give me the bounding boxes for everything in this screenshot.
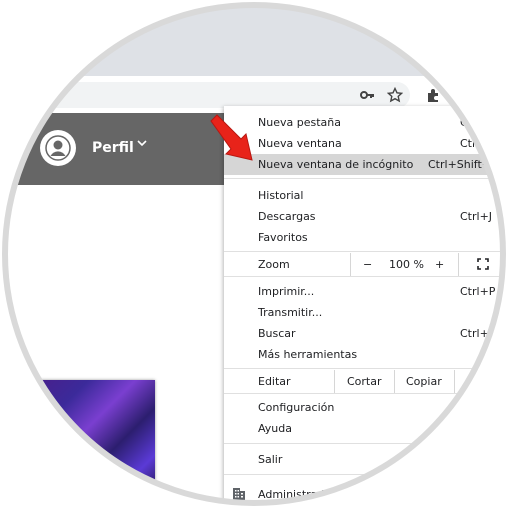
menu-item-new-tab[interactable]: Nueva pestaña Ctrl+T — [224, 112, 502, 133]
menu-item-label: Favoritos — [258, 231, 308, 244]
menu-item-history[interactable]: Historial — [224, 185, 502, 206]
menu-item-label: Nueva ventana — [258, 137, 342, 150]
key-icon[interactable] — [358, 86, 376, 104]
chrome-main-menu: Nueva pestaña Ctrl+T Nueva ventana Ctrl+… — [224, 106, 502, 502]
menu-item-shortcut: Ctrl+T — [460, 116, 496, 129]
menu-item-new-incognito-window[interactable]: Nueva ventana de incógnito Ctrl+Shift+N — [224, 154, 502, 175]
address-bar[interactable] — [30, 82, 410, 108]
tab-strip — [6, 6, 502, 76]
copy-button[interactable]: Copiar — [394, 370, 454, 393]
menu-item-label: Transmitir... — [258, 306, 323, 319]
menu-item-print[interactable]: Imprimir... Ctrl+P — [224, 281, 502, 302]
menu-item-label: Imprimir... — [258, 285, 315, 298]
menu-item-managed-by-organization[interactable]: Administrado por tu organización — [224, 484, 502, 502]
extensions-icon[interactable] — [424, 86, 442, 104]
chevron-down-icon[interactable] — [136, 137, 148, 153]
menu-item-label: Descargas — [258, 210, 316, 223]
zoom-in-button[interactable]: + — [435, 258, 444, 271]
menu-item-label: Nueva pestaña — [258, 116, 341, 129]
menu-separator — [224, 443, 502, 444]
circular-crop: Perfil Nueva pestaña Ctrl+T Nueva ventan… — [6, 6, 502, 502]
menu-separator — [224, 368, 502, 369]
menu-item-label: Historial — [258, 189, 304, 202]
menu-item-label: Salir — [258, 453, 283, 466]
menu-item-label: Más herramientas — [258, 348, 358, 361]
menu-separator — [224, 251, 502, 252]
menu-separator — [224, 276, 502, 277]
paste-button[interactable]: Pegar — [454, 370, 502, 393]
menu-item-downloads[interactable]: Descargas Ctrl+J — [224, 206, 502, 227]
menu-item-exit[interactable]: Salir — [224, 449, 502, 470]
menu-separator — [224, 474, 502, 475]
menu-item-shortcut: Ctrl+N — [460, 137, 498, 150]
menu-item-label: Administrado por tu organización — [258, 488, 442, 501]
screenshot-stage: Perfil Nueva pestaña Ctrl+T Nueva ventan… — [0, 0, 520, 520]
menu-item-label: Ayuda — [258, 422, 292, 435]
menu-item-find[interactable]: Buscar Ctrl+F — [224, 323, 502, 344]
menu-item-help[interactable]: Ayuda — [224, 418, 502, 439]
thumbnail-image[interactable] — [30, 380, 155, 490]
menu-item-label: Nueva ventana de incógnito — [258, 158, 414, 171]
menu-item-shortcut: Ctrl+Shift+N — [428, 158, 500, 171]
avatar-icon[interactable] — [40, 130, 76, 166]
zoom-out-button[interactable]: − — [363, 258, 372, 271]
menu-item-new-window[interactable]: Nueva ventana Ctrl+N — [224, 133, 502, 154]
paste-label: Pegar — [466, 375, 498, 388]
menu-item-label: Buscar — [258, 327, 296, 340]
menu-item-cast[interactable]: Transmitir... — [224, 302, 502, 323]
edit-row: Editar Cortar Copiar Pegar — [224, 370, 502, 393]
zoom-row: Zoom − 100 % + — [224, 253, 502, 276]
zoom-controls: − 100 % + — [350, 253, 458, 276]
fullscreen-icon[interactable] — [477, 258, 489, 273]
menu-item-settings[interactable]: Configuración — [224, 397, 502, 418]
cut-label: Cortar — [347, 375, 382, 388]
profile-label[interactable]: Perfil — [92, 140, 134, 156]
copy-label: Copiar — [406, 375, 442, 388]
menu-item-shortcut: Ctrl+F — [460, 327, 496, 340]
menu-separator — [224, 393, 502, 394]
star-icon[interactable] — [386, 86, 404, 104]
zoom-label: Zoom — [258, 258, 290, 271]
building-icon — [232, 487, 246, 502]
red-arrow-pointer — [208, 112, 262, 168]
edit-label: Editar — [258, 375, 291, 388]
menu-item-shortcut: Ctrl+J — [460, 210, 493, 223]
profile-toolbar-icon[interactable] — [450, 86, 468, 104]
menu-item-shortcut: Ctrl+P — [460, 285, 496, 298]
menu-item-label: Configuración — [258, 401, 335, 414]
zoom-value: 100 % — [389, 258, 424, 271]
fullscreen-cell — [458, 253, 502, 276]
menu-separator — [224, 178, 502, 179]
menu-item-more-tools[interactable]: Más herramientas — [224, 344, 502, 365]
menu-item-bookmarks[interactable]: Favoritos — [224, 227, 502, 248]
cut-button[interactable]: Cortar — [334, 370, 394, 393]
